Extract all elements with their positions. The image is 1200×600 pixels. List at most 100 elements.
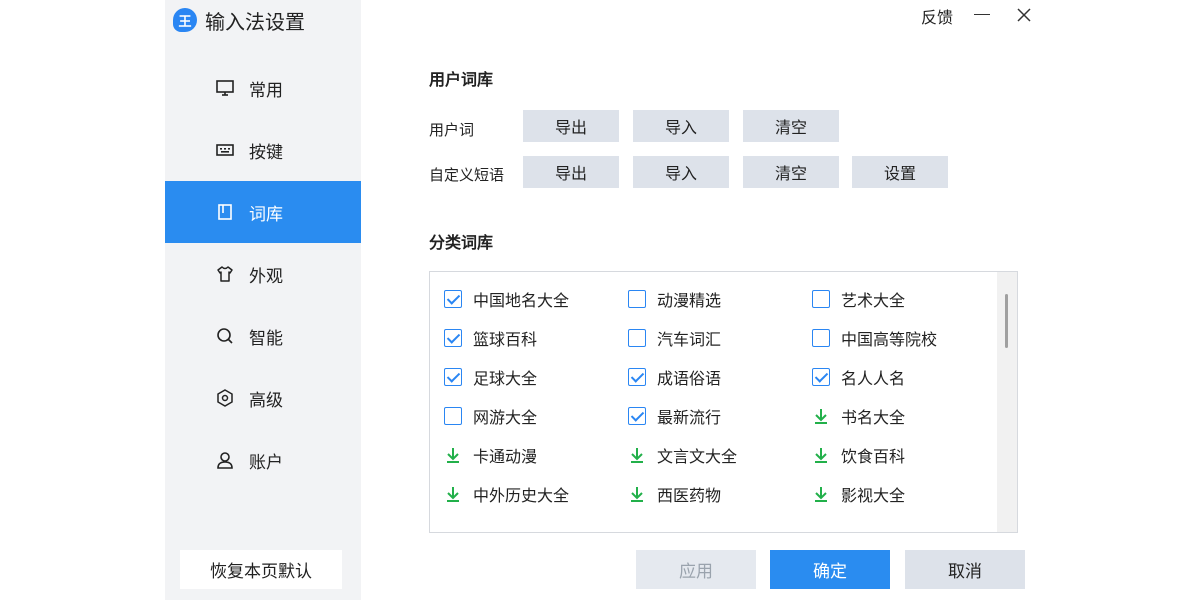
sidebar-item-keys[interactable]: 按键 [165,119,361,181]
search-icon [215,326,235,346]
feedback-link[interactable]: 反馈 [921,4,953,28]
lexicon-item-label: 动漫精选 [657,291,722,310]
lexicon-item-label: 中国地名大全 [473,291,570,310]
custom-phrase-clear-button[interactable]: 清空 [743,156,839,188]
book-icon [215,202,235,222]
lexicon-item[interactable]: 卡通动漫 [444,444,537,466]
user-words-label: 用户词 [429,121,475,139]
lexicon-item[interactable]: 中外历史大全 [444,483,569,505]
monitor-icon [215,78,235,98]
lexicon-item[interactable]: 影视大全 [812,483,905,505]
lexicon-item-label: 影视大全 [841,486,906,505]
lexicon-item[interactable]: 动漫精选 [628,288,721,310]
lexicon-item[interactable]: 中国地名大全 [444,288,569,310]
checkbox-unchecked[interactable] [444,407,462,425]
custom-phrase-export-button[interactable]: 导出 [523,156,619,188]
lexicon-item-label: 西医药物 [657,486,722,505]
lexicon-item-label: 艺术大全 [841,291,906,310]
close-icon[interactable] [1014,5,1034,25]
sidebar-item-advanced[interactable]: 高级 [165,367,361,429]
lexicon-item-label: 中外历史大全 [473,486,570,505]
checkbox-checked[interactable] [444,290,462,308]
user-words-export-button[interactable]: 导出 [523,110,619,142]
download-icon[interactable] [628,446,646,464]
lexicon-item-label: 最新流行 [657,408,722,427]
app-logo: 王 [173,8,197,32]
lexicon-item[interactable]: 汽车词汇 [628,327,721,349]
sidebar-item-label: 智能 [249,328,283,349]
lexicon-item[interactable]: 成语俗语 [628,366,721,388]
checkbox-unchecked[interactable] [812,290,830,308]
lexicon-item[interactable]: 最新流行 [628,405,721,427]
checkbox-unchecked[interactable] [812,329,830,347]
sidebar-item-smart[interactable]: 智能 [165,305,361,367]
checkbox-checked[interactable] [444,368,462,386]
scrollbar-thumb[interactable] [1005,294,1008,348]
sidebar: 王 输入法设置 常用 按键 词库 外观 智能 高级 账户 恢复本页默认 [165,0,361,600]
keyboard-icon [215,140,235,160]
category-lexicon-title: 分类词库 [429,233,494,252]
sidebar-item-appearance[interactable]: 外观 [165,243,361,305]
sidebar-item-lexicon[interactable]: 词库 [165,181,361,243]
lexicon-item[interactable]: 西医药物 [628,483,721,505]
lexicon-item-label: 书名大全 [841,408,906,427]
ok-button[interactable]: 确定 [770,550,890,589]
sidebar-item-label: 高级 [249,390,283,411]
lexicon-item-label: 文言文大全 [657,447,738,466]
lexicon-item[interactable]: 艺术大全 [812,288,905,310]
lexicon-item-label: 名人人名 [841,369,906,388]
checkbox-checked[interactable] [812,368,830,386]
sidebar-item-label: 常用 [249,80,283,101]
sidebar-item-label: 按键 [249,142,283,163]
sidebar-item-label: 词库 [249,204,283,225]
download-icon[interactable] [812,407,830,425]
download-icon[interactable] [812,446,830,464]
lexicon-item-label: 汽车词汇 [657,330,722,349]
lexicon-item-label: 篮球百科 [473,330,538,349]
hexagon-icon [215,388,235,408]
lexicon-item[interactable]: 足球大全 [444,366,537,388]
sidebar-nav: 常用 按键 词库 外观 智能 高级 账户 [165,57,361,491]
lexicon-item[interactable]: 书名大全 [812,405,905,427]
lexicon-item[interactable]: 网游大全 [444,405,537,427]
user-words-clear-button[interactable]: 清空 [743,110,839,142]
app-title: 输入法设置 [205,9,305,34]
user-words-import-button[interactable]: 导入 [633,110,729,142]
sidebar-item-common[interactable]: 常用 [165,57,361,119]
checkbox-checked[interactable] [444,329,462,347]
scrollbar[interactable] [997,272,1017,532]
download-icon[interactable] [444,446,462,464]
download-icon[interactable] [444,485,462,503]
checkbox-unchecked[interactable] [628,329,646,347]
shirt-icon [215,264,235,284]
custom-phrase-import-button[interactable]: 导入 [633,156,729,188]
user-icon [215,450,235,470]
lexicon-item[interactable]: 文言文大全 [628,444,737,466]
user-lexicon-title: 用户词库 [429,70,494,89]
lexicon-item[interactable]: 饮食百科 [812,444,905,466]
lexicon-item-label: 足球大全 [473,369,538,388]
lexicon-item[interactable]: 中国高等院校 [812,327,937,349]
sidebar-item-label: 外观 [249,266,283,287]
custom-phrase-settings-button[interactable]: 设置 [852,156,948,188]
restore-defaults-button[interactable]: 恢复本页默认 [180,550,342,589]
category-lexicon-list: 中国地名大全 动漫精选 艺术大全篮球百科 汽车词汇 中国高等院校足球大全 成语俗语 名人人名… [429,271,1018,533]
lexicon-item-label: 网游大全 [473,408,538,427]
download-icon[interactable] [812,485,830,503]
checkbox-checked[interactable] [628,407,646,425]
sidebar-item-account[interactable]: 账户 [165,429,361,491]
checkbox-unchecked[interactable] [628,290,646,308]
sidebar-item-label: 账户 [249,452,283,473]
app-title-bar: 王 输入法设置 [173,6,305,34]
lexicon-item-label: 饮食百科 [841,447,906,466]
lexicon-item-label: 卡通动漫 [473,447,538,466]
lexicon-item[interactable]: 篮球百科 [444,327,537,349]
minimize-icon[interactable] [974,14,990,15]
lexicon-item-label: 中国高等院校 [841,330,938,349]
lexicon-item[interactable]: 名人人名 [812,366,905,388]
cancel-button[interactable]: 取消 [905,550,1025,589]
checkbox-checked[interactable] [628,368,646,386]
custom-phrase-label: 自定义短语 [429,166,505,184]
apply-button[interactable]: 应用 [636,550,756,589]
download-icon[interactable] [628,485,646,503]
